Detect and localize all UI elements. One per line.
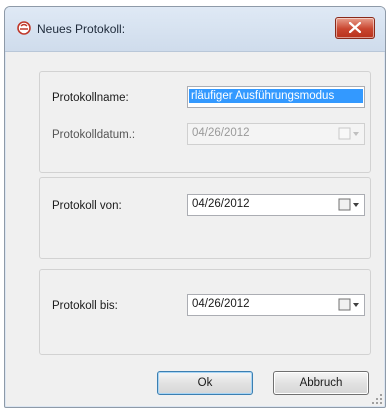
protocol-info-group: Protokollname: rläufiger Ausführungsmodu… xyxy=(39,71,371,173)
calendar-dropdown-icon[interactable] xyxy=(338,298,360,312)
calendar-dropdown-icon[interactable] xyxy=(338,198,360,212)
protocol-to-picker[interactable]: 04/26/2012 xyxy=(187,294,365,316)
dialog-window: Neues Protokoll: Protokollname: rläufige… xyxy=(4,6,386,408)
app-icon xyxy=(17,21,31,35)
protocol-to-value: 04/26/2012 xyxy=(192,298,250,310)
protocol-from-group: Protokoll von: 04/26/2012 xyxy=(39,177,371,259)
close-button[interactable] xyxy=(335,17,375,39)
protocol-to-group: Protokoll bis: 04/26/2012 xyxy=(39,269,371,355)
protocol-name-input[interactable]: rläufiger Ausführungsmodus xyxy=(187,86,365,108)
cancel-button[interactable]: Abbruch xyxy=(273,371,369,395)
protocol-from-label: Protokoll von: xyxy=(52,200,122,212)
protocol-date-label: Protokolldatum.: xyxy=(52,129,136,141)
protocol-name-label: Protokollname: xyxy=(52,92,129,104)
protocol-date-value: 04/26/2012 xyxy=(192,127,250,139)
calendar-dropdown-icon xyxy=(338,127,359,140)
protocol-name-value: rläufiger Ausführungsmodus xyxy=(189,89,363,103)
protocol-from-picker[interactable]: 04/26/2012 xyxy=(187,194,365,216)
protocol-date-picker: 04/26/2012 xyxy=(187,123,365,145)
ok-button[interactable]: Ok xyxy=(157,371,253,395)
close-icon xyxy=(349,22,361,33)
title-bar[interactable]: Neues Protokoll: xyxy=(5,7,385,52)
protocol-to-label: Protokoll bis: xyxy=(52,300,118,312)
window-title: Neues Protokoll: xyxy=(37,22,126,36)
resize-grip-icon[interactable] xyxy=(371,393,383,405)
protocol-from-value: 04/26/2012 xyxy=(192,198,250,210)
